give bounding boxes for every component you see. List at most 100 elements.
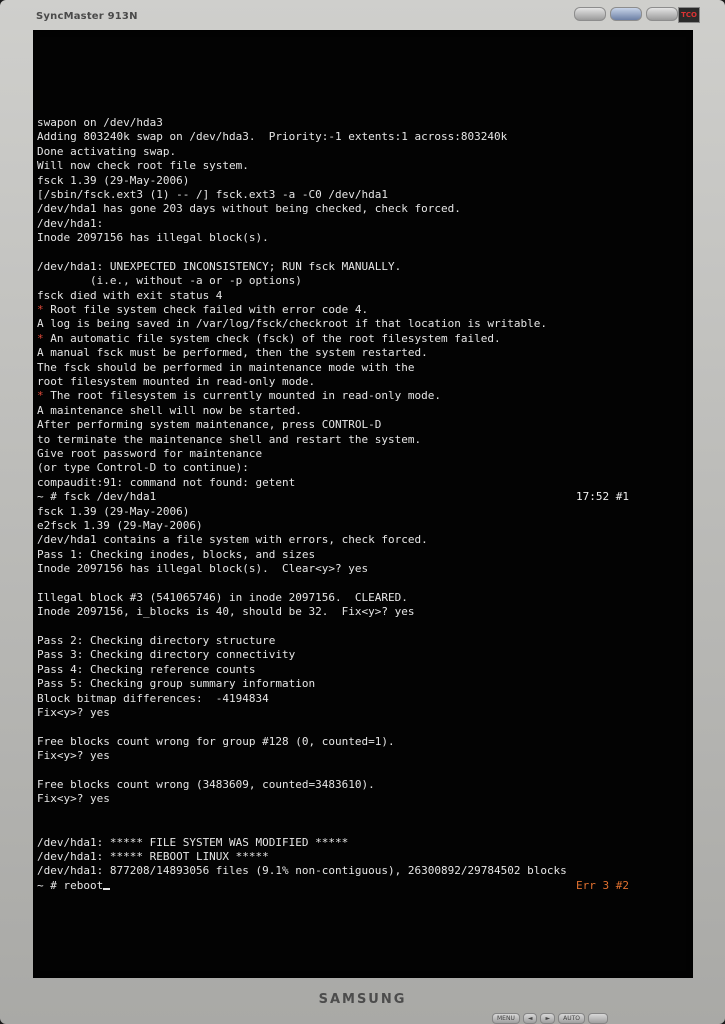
power-button[interactable] xyxy=(588,1013,608,1024)
terminal-line-text: Give root password for maintenance xyxy=(37,446,263,460)
terminal-line-text: The root filesystem is currently mounted… xyxy=(43,389,441,403)
terminal-line: The fsck should be performed in maintena… xyxy=(37,361,687,375)
terminal-line-text: Free blocks count wrong for group #128 (… xyxy=(37,734,395,748)
terminal-line: Pass 4: Checking reference counts xyxy=(37,663,687,677)
terminal-line-text: fsck died with exit status 4 xyxy=(37,288,223,302)
terminal-line-text: root filesystem mounted in read-only mod… xyxy=(37,375,316,389)
terminal-line: /dev/hda1: 877208/14893056 files (9.1% n… xyxy=(37,864,687,878)
brand-logo: SAMSUNG xyxy=(318,992,407,1007)
terminal-line: Block bitmap differences: -4194834 xyxy=(37,692,687,706)
terminal-line: ~ # fsck /dev/hda1 17:52 #1 xyxy=(37,490,687,504)
terminal-line-text: (i.e., without -a or -p options) xyxy=(37,274,302,288)
terminal-line: Will now check root file system. xyxy=(37,159,687,173)
logo-badge-icon xyxy=(574,7,606,21)
terminal-line: Pass 5: Checking group summary informati… xyxy=(37,677,687,691)
terminal-line: fsck 1.39 (29-May-2006) xyxy=(37,505,687,519)
monitor-controls: MENU ◄ ► AUTO xyxy=(492,1013,608,1024)
terminal-line-text: fsck 1.39 (29-May-2006) xyxy=(37,504,190,518)
terminal-line: /dev/hda1 has gone 203 days without bein… xyxy=(37,202,687,216)
text-cursor xyxy=(103,887,111,890)
terminal-line-text: /dev/hda1: ***** REBOOT LINUX ***** xyxy=(37,849,269,863)
terminal-line-text: /dev/hda1: 877208/14893056 files (9.1% n… xyxy=(37,864,567,878)
terminal-line: /dev/hda1: ***** FILE SYSTEM WAS MODIFIE… xyxy=(37,836,687,850)
terminal-line-text: to terminate the maintenance shell and r… xyxy=(37,432,422,446)
terminal-line-text: After performing system maintenance, pre… xyxy=(37,418,382,432)
terminal-console[interactable]: swapon on /dev/hda3 Adding 803240k swap o… xyxy=(37,116,687,893)
terminal-line-text: Illegal block #3 (541065746) in inode 20… xyxy=(37,590,408,604)
error-bullet-icon: * xyxy=(37,331,44,345)
terminal-line: Adding 803240k swap on /dev/hda3. Priori… xyxy=(37,130,687,144)
terminal-line-text: Fix<y>? yes xyxy=(37,749,110,763)
terminal-line: A maintenance shell will now be started. xyxy=(37,404,687,418)
logo-badge-icon xyxy=(610,7,642,21)
terminal-line-text: Pass 1: Checking inodes, blocks, and siz… xyxy=(37,547,316,561)
terminal-line-text: Inode 2097156, i_blocks is 40, should be… xyxy=(37,605,415,619)
terminal-line: * An automatic file system check (fsck) … xyxy=(37,332,687,346)
terminal-line: swapon on /dev/hda3 xyxy=(37,116,687,130)
logo-badge-icon xyxy=(646,7,678,21)
terminal-line: Done activating swap. xyxy=(37,145,687,159)
terminal-line: Inode 2097156, i_blocks is 40, should be… xyxy=(37,605,687,619)
terminal-line-text: Inode 2097156 has illegal block(s). Clea… xyxy=(37,562,369,576)
terminal-line: /dev/hda1: UNEXPECTED INCONSISTENCY; RUN… xyxy=(37,260,687,274)
terminal-line-text: ~ # fsck /dev/hda1 xyxy=(37,490,157,504)
terminal-line: compaudit:91: command not found: getent xyxy=(37,476,687,490)
terminal-line: Inode 2097156 has illegal block(s). xyxy=(37,231,687,245)
terminal-line-text: /dev/hda1: ***** FILE SYSTEM WAS MODIFIE… xyxy=(37,835,349,849)
terminal-line: * The root filesystem is currently mount… xyxy=(37,389,687,403)
terminal-line-text: /dev/hda1: UNEXPECTED INCONSISTENCY; RUN… xyxy=(37,259,402,273)
terminal-line-text: Free blocks count wrong (3483609, counte… xyxy=(37,777,375,791)
terminal-line: (or type Control-D to continue): xyxy=(37,461,687,475)
monitor-control-button[interactable]: ◄ xyxy=(522,1013,538,1024)
terminal-line-text: [/sbin/fsck.ext3 (1) -- /] fsck.ext3 -a … xyxy=(37,187,388,201)
terminal-line: to terminate the maintenance shell and r… xyxy=(37,433,687,447)
terminal-line-text: /dev/hda1: xyxy=(37,216,104,230)
monitor-control-button[interactable]: ► xyxy=(540,1013,556,1024)
terminal-line: /dev/hda1 contains a file system with er… xyxy=(37,533,687,547)
terminal-line: Illegal block #3 (541065746) in inode 20… xyxy=(37,591,687,605)
terminal-line: Pass 2: Checking directory structure xyxy=(37,634,687,648)
terminal-line: After performing system maintenance, pre… xyxy=(37,418,687,432)
terminal-line: A manual fsck must be performed, then th… xyxy=(37,346,687,360)
error-bullet-icon: * xyxy=(37,389,44,403)
terminal-line-text: Pass 2: Checking directory structure xyxy=(37,634,276,648)
terminal-line-text: compaudit:91: command not found: getent xyxy=(37,475,296,489)
terminal-line-text: (or type Control-D to continue): xyxy=(37,461,249,475)
terminal-line-text: A maintenance shell will now be started. xyxy=(37,403,302,417)
terminal-line: Pass 3: Checking directory connectivity xyxy=(37,648,687,662)
terminal-line: (i.e., without -a or -p options) xyxy=(37,274,687,288)
monitor-control-button[interactable]: MENU xyxy=(492,1013,520,1024)
terminal-line: Fix<y>? yes xyxy=(37,706,687,720)
terminal-line-text: Fix<y>? yes xyxy=(37,792,110,806)
terminal-line-text: /dev/hda1 has gone 203 days without bein… xyxy=(37,202,461,216)
terminal-line-text: swapon on /dev/hda3 xyxy=(37,116,163,129)
model-label: SyncMaster 913N xyxy=(36,11,138,22)
terminal-line-text: fsck 1.39 (29-May-2006) xyxy=(37,173,190,187)
monitor-screen: swapon on /dev/hda3 Adding 803240k swap o… xyxy=(33,30,693,978)
terminal-line-text: An automatic file system check (fsck) of… xyxy=(43,331,501,345)
terminal-line: fsck died with exit status 4 xyxy=(37,289,687,303)
terminal-line: Fix<y>? yes xyxy=(37,749,687,763)
terminal-line-text: Fix<y>? yes xyxy=(37,706,110,720)
tco-badge-icon: TCO xyxy=(678,7,700,23)
monitor-control-button[interactable]: AUTO xyxy=(558,1013,585,1024)
terminal-line-text: Pass 5: Checking group summary informati… xyxy=(37,677,316,691)
terminal-line-text: Block bitmap differences: -4194834 xyxy=(37,691,269,705)
terminal-line-text: A manual fsck must be performed, then th… xyxy=(37,346,428,360)
terminal-line-text: Pass 3: Checking directory connectivity xyxy=(37,648,296,662)
monitor-bezel: SyncMaster 913N TCO swapon on /dev/hda3 A… xyxy=(0,0,725,1024)
terminal-line: /dev/hda1: xyxy=(37,217,687,231)
terminal-line: Free blocks count wrong (3483609, counte… xyxy=(37,778,687,792)
terminal-line-text: Will now check root file system. xyxy=(37,159,249,173)
terminal-line: fsck 1.39 (29-May-2006) xyxy=(37,174,687,188)
terminal-line: Pass 1: Checking inodes, blocks, and siz… xyxy=(37,548,687,562)
terminal-line-text: /dev/hda1 contains a file system with er… xyxy=(37,533,428,547)
terminal-line: [/sbin/fsck.ext3 (1) -- /] fsck.ext3 -a … xyxy=(37,188,687,202)
terminal-line-text: A log is being saved in /var/log/fsck/ch… xyxy=(37,317,547,331)
terminal-line: ~ # reboot Err 3 #2 xyxy=(37,879,687,893)
